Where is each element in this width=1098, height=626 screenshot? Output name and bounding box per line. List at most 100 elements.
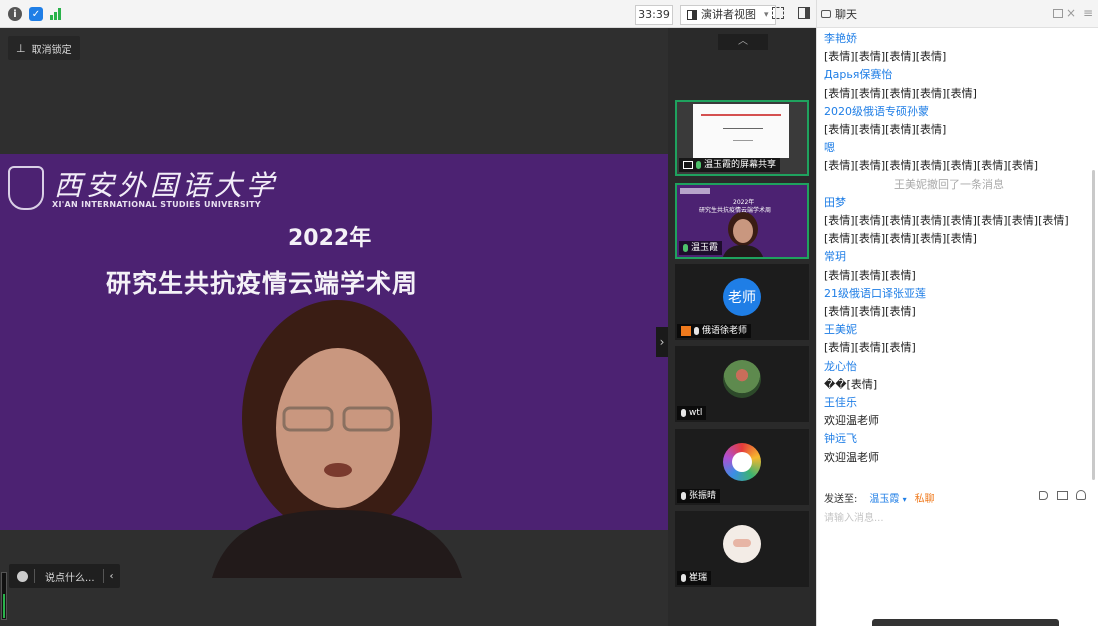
- tile-participant[interactable]: 崔瑞: [675, 511, 809, 587]
- private-chat-button[interactable]: 私聊: [915, 490, 935, 505]
- chat-title: 聊天: [835, 7, 857, 21]
- message-text: [表情][表情][表情][表情]: [824, 123, 947, 137]
- collapse-input-button[interactable]: ‹: [104, 571, 120, 582]
- say-something-input[interactable]: 说点什么... ‹: [9, 564, 120, 588]
- send-to-row: 发送至: 温玉霞 ▾ 私聊: [824, 489, 1094, 505]
- message-sender[interactable]: 21级俄语口译张亚莲: [824, 285, 1074, 303]
- popout-icon[interactable]: [1053, 9, 1063, 18]
- message-sender[interactable]: 嗯: [824, 139, 1074, 157]
- shield-icon[interactable]: ✓: [29, 7, 43, 21]
- message-text: [表情][表情][表情]: [824, 341, 916, 355]
- view-mode-label: 演讲者视图: [701, 8, 756, 21]
- avatar: [723, 443, 761, 481]
- message-text: [表情][表情][表情][表情][表情]: [824, 86, 977, 100]
- message-text: ��[表情]: [824, 377, 878, 391]
- pin-icon: ⊥: [16, 41, 26, 55]
- mute-icon[interactable]: [1039, 491, 1048, 500]
- layout-icon: [687, 10, 697, 20]
- tile-participant[interactable]: 老师 俄语徐老师: [675, 264, 809, 340]
- participant-name: 温玉霞的屏幕共享: [704, 160, 777, 170]
- university-seal-icon: [8, 166, 44, 210]
- message-sender[interactable]: 李艳娇: [824, 30, 1074, 48]
- mic-icon: [696, 161, 701, 169]
- sidebar-toggle-icon[interactable]: [798, 7, 810, 19]
- recipient-name: 温玉霞: [869, 493, 900, 505]
- say-something-placeholder: 说点什么...: [45, 572, 95, 584]
- message-list: 李艳娇 [表情][表情][表情][表情] Дарья保赛怡 [表情][表情][表情][…: [824, 30, 1074, 467]
- message-input[interactable]: 请输入消息...: [824, 509, 884, 524]
- avatar: 老师: [723, 278, 761, 316]
- host-icon: [681, 326, 691, 336]
- chevron-up-icon: ︿: [738, 36, 748, 47]
- info-icon[interactable]: i: [8, 7, 22, 21]
- thumb-logo: [680, 188, 710, 194]
- message-sender[interactable]: 龙心怡: [824, 358, 1074, 376]
- unpin-button[interactable]: ⊥ 取消锁定: [8, 36, 80, 60]
- expand-gallery-button[interactable]: ›: [656, 327, 668, 357]
- mic-muted-icon: [681, 492, 686, 500]
- chat-bottom-bar: [872, 619, 1059, 626]
- mic-muted-icon: [681, 409, 686, 417]
- participant-name: wtl: [689, 408, 703, 418]
- tile-name-tag: wtl: [677, 406, 707, 420]
- message-sender[interactable]: 2020级俄语专硕孙蒙: [824, 103, 1074, 121]
- chat-scrollbar[interactable]: [1092, 170, 1095, 480]
- send-to-label: 发送至:: [824, 493, 858, 505]
- speaker-video: [212, 300, 462, 578]
- message-text: [表情][表情][表情][表情][表情][表情][表情][表情][表情][表情]…: [824, 214, 1069, 246]
- chevron-right-icon: ›: [659, 335, 665, 349]
- university-english-name: XI'AN INTERNATIONAL STUDIES UNIVERSITY: [52, 200, 262, 209]
- unpin-label: 取消锁定: [31, 44, 72, 56]
- message-sender[interactable]: 王美妮: [824, 321, 1074, 339]
- message-text: [表情][表情][表情]: [824, 305, 916, 319]
- message-sender[interactable]: 田梦: [824, 194, 1074, 212]
- message-sender[interactable]: 常玥: [824, 248, 1074, 266]
- message-text: [表情][表情][表情][表情]: [824, 50, 947, 64]
- avatar: [723, 360, 761, 398]
- close-icon[interactable]: ×: [1066, 6, 1076, 20]
- university-logo-text: 西安外国语大学: [54, 169, 279, 202]
- message-sender[interactable]: 王佳乐: [824, 394, 1074, 412]
- main-video-stage: ⊥ 取消锁定 西安外国语大学 XI'AN INTERNATIONAL STUDI…: [0, 28, 668, 626]
- participant-name: 俄语徐老师: [702, 326, 748, 336]
- mic-muted-icon: [681, 574, 686, 582]
- message-sender[interactable]: Дарья保赛怡: [824, 66, 1074, 84]
- message-text: [表情][表情][表情][表情][表情][表情][表情]: [824, 159, 1039, 173]
- tile-presenter[interactable]: 2022年 研究生共抗疫情云端学术周 温玉霞: [675, 183, 809, 259]
- volume-meter: [1, 572, 7, 620]
- tile-name-tag: 崔瑞: [677, 571, 712, 585]
- slide-year: 2022年: [288, 226, 372, 251]
- emoji-icon[interactable]: [17, 570, 28, 582]
- participant-name: 崔瑞: [689, 573, 708, 583]
- tile-name-tag: 俄语徐老师: [677, 324, 752, 338]
- tile-participant[interactable]: 张振晴: [675, 429, 809, 505]
- menu-icon[interactable]: ≡: [1083, 6, 1093, 20]
- signal-icon[interactable]: [50, 8, 61, 20]
- recipient-select[interactable]: 温玉霞 ▾: [869, 490, 906, 505]
- mic-muted-icon: [694, 327, 699, 335]
- chat-icon: [821, 9, 831, 18]
- chevron-down-icon: ▾: [902, 494, 907, 504]
- chat-panel: 聊天 × ≡ 李艳娇 [表情][表情][表情][表情] Дарья保赛怡 [表情][表…: [816, 0, 1098, 626]
- chat-header: 聊天 × ≡: [817, 0, 1098, 28]
- meeting-timer: 33:39: [635, 5, 673, 25]
- message-text: [表情][表情][表情]: [824, 268, 916, 282]
- tile-participant[interactable]: wtl: [675, 346, 809, 422]
- image-icon[interactable]: [1057, 491, 1068, 500]
- tile-screen-share[interactable]: 温玉霞的屏幕共享: [675, 100, 809, 176]
- participant-name: 张振晴: [689, 491, 717, 501]
- message-text: 欢迎温老师: [824, 414, 879, 428]
- mic-icon: [683, 244, 688, 252]
- user-settings-icon[interactable]: [1076, 490, 1086, 500]
- screen-share-thumbnail: [693, 104, 789, 158]
- participant-gallery: ︿ 温玉霞的屏幕共享 2022年 研究生共抗疫情云端学术周 温玉霞 老师 俄语徐…: [668, 28, 816, 626]
- avatar: [723, 525, 761, 563]
- chevron-down-icon: ▾: [764, 10, 769, 20]
- system-message: 王美妮撤回了一条消息: [894, 177, 1004, 191]
- screen-share-icon: [683, 161, 693, 169]
- gallery-scroll-up-button[interactable]: ︿: [718, 34, 768, 50]
- message-sender[interactable]: 钟远飞: [824, 430, 1074, 448]
- fullscreen-icon[interactable]: [772, 7, 784, 19]
- view-mode-button[interactable]: 演讲者视图 ▾: [680, 5, 776, 25]
- tile-name-tag: 温玉霞: [679, 241, 723, 255]
